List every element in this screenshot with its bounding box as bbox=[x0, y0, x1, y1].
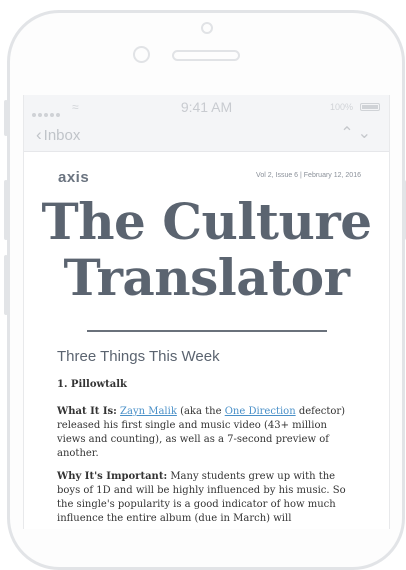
zayn-malik-link[interactable]: Zayn Malik bbox=[120, 406, 177, 417]
message-nav-arrows: ⌃⌄ bbox=[340, 123, 375, 143]
power-button bbox=[402, 180, 406, 240]
section-heading: Three Things This Week bbox=[57, 348, 220, 365]
volume-up-button bbox=[4, 180, 8, 240]
what-label: What It Is: bbox=[57, 406, 117, 417]
axis-logo: axis bbox=[58, 169, 90, 186]
title-line-1: The Culture bbox=[41, 192, 372, 251]
earpiece-speaker bbox=[172, 50, 240, 61]
volume-down-button bbox=[4, 255, 8, 315]
title-divider bbox=[87, 330, 327, 332]
back-to-inbox-button[interactable]: ‹ Inbox bbox=[36, 125, 80, 145]
item-title: 1. Pillowtalk bbox=[57, 379, 127, 390]
aka-text: (aka the bbox=[176, 406, 225, 417]
battery-percent: 100% bbox=[329, 102, 353, 112]
why-important-paragraph: Why It's Important: Many students grew u… bbox=[57, 470, 357, 526]
what-it-is-paragraph: What It Is: Zayn Malik (aka the One Dire… bbox=[57, 405, 357, 461]
battery-icon bbox=[360, 103, 380, 111]
issue-info: Vol 2, Issue 6 | February 12, 2016 bbox=[256, 172, 361, 179]
top-sensor bbox=[201, 22, 213, 34]
front-camera bbox=[133, 46, 150, 63]
chevron-down-icon[interactable]: ⌄ bbox=[358, 125, 375, 142]
mute-switch bbox=[4, 100, 8, 136]
one-direction-link[interactable]: One Direction bbox=[225, 406, 296, 417]
chevron-up-icon[interactable]: ⌃ bbox=[340, 125, 357, 142]
why-label: Why It's Important: bbox=[57, 471, 168, 482]
back-label: Inbox bbox=[43, 127, 81, 144]
status-bar: ≈ 9:41 AM 100% bbox=[24, 95, 389, 119]
title-line-2: Translator bbox=[63, 248, 351, 307]
mail-nav-bar: ‹ Inbox ⌃⌄ bbox=[24, 119, 389, 152]
phone-screen: ≈ 9:41 AM 100% ‹ Inbox ⌃⌄ axis Vol 2, Iss… bbox=[23, 95, 390, 529]
chevron-left-icon: ‹ bbox=[36, 125, 42, 144]
newsletter-title: The Culture Translator bbox=[24, 194, 389, 306]
